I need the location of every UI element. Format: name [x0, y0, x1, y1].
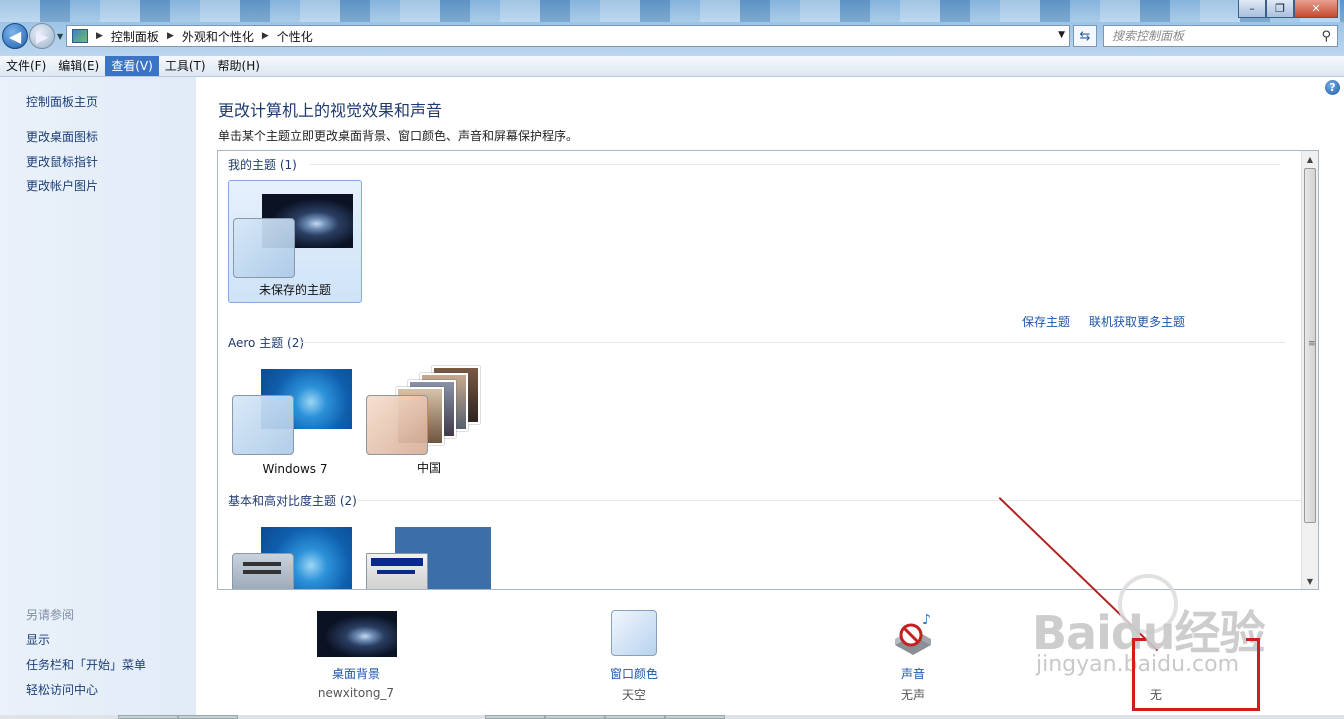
scrollbar-thumb[interactable]: ≡: [1304, 168, 1316, 523]
setting-value: 无声: [900, 688, 925, 702]
maximize-button[interactable]: ❐: [1266, 0, 1294, 18]
window-basic-preview: [232, 553, 294, 589]
taskbar-item[interactable]: [665, 715, 725, 719]
section-aero-themes: Aero 主题 (2): [228, 336, 305, 350]
menu-edit[interactable]: 编辑(E): [52, 56, 105, 76]
chevron-down-icon[interactable]: ▼: [1058, 30, 1065, 40]
taskbar-edge: [0, 715, 1344, 719]
menu-tools[interactable]: 工具(T): [159, 56, 212, 76]
get-more-themes-link[interactable]: 联机获取更多主题: [1089, 313, 1185, 330]
grip-icon: ≡: [1308, 339, 1316, 349]
breadcrumb-control-panel[interactable]: 控制面板: [111, 28, 159, 45]
theme-list[interactable]: 我的主题 (1) 未保存的主题 保存主题 联机获取更多主题 Aero 主题 (2…: [217, 150, 1319, 590]
theme-windows7[interactable]: Windows 7: [228, 359, 362, 482]
theme-windows7-basic[interactable]: [228, 517, 362, 589]
sidebar-link-taskbar[interactable]: 任务栏和「开始」菜单: [26, 656, 146, 673]
window-bar-line: [371, 558, 423, 566]
sidebar-link-display[interactable]: 显示: [26, 631, 50, 648]
window-classic-preview: [366, 553, 428, 589]
svg-text:♪: ♪: [922, 612, 931, 628]
arrow-right-icon: ▶: [35, 26, 49, 46]
setting-label: 窗口颜色: [609, 667, 658, 681]
taskbar-item[interactable]: [118, 715, 178, 719]
window-glass-preview: [366, 395, 428, 455]
taskbar-item[interactable]: [485, 715, 545, 719]
search-box[interactable]: ⚲: [1103, 25, 1338, 47]
arrow-left-icon: ◀: [8, 26, 22, 46]
sidebar-link-desktop-icons[interactable]: 更改桌面图标: [26, 128, 98, 145]
window-color-swatch: [611, 610, 657, 656]
annotation-highlight-box: [1132, 638, 1260, 711]
sidebar-link-mouse-pointer[interactable]: 更改鼠标指针: [26, 153, 98, 170]
no-sound-icon: ♪: [895, 612, 931, 655]
window-glass-preview: [232, 395, 294, 455]
scroll-up-icon[interactable]: ▲: [1302, 151, 1318, 167]
close-button[interactable]: ✕: [1294, 0, 1338, 18]
breadcrumb-personalization[interactable]: 个性化: [277, 28, 313, 45]
window-glass-preview: [233, 218, 295, 278]
section-basic-themes: 基本和高对比度主题 (2): [228, 494, 357, 508]
sidebar-link-ease-of-access[interactable]: 轻松访问中心: [26, 681, 98, 698]
menu-bar: 文件(F) 编辑(E) 查看(V) 工具(T) 帮助(H): [0, 56, 1344, 77]
page-title: 更改计算机上的视觉效果和声音: [218, 101, 443, 120]
taskbar-item[interactable]: [178, 715, 238, 719]
forward-button[interactable]: ▶: [29, 23, 55, 49]
theme-list-scrollbar[interactable]: ▲ ≡ ▼: [1301, 151, 1318, 589]
theme-china[interactable]: 中国: [362, 359, 496, 482]
refresh-button[interactable]: ⇆: [1073, 25, 1097, 47]
save-theme-link[interactable]: 保存主题: [1022, 313, 1070, 330]
menu-file[interactable]: 文件(F): [0, 56, 52, 76]
address-bar[interactable]: ▶ 控制面板 ▶ 外观和个性化 ▶ 个性化 ▼: [66, 25, 1070, 47]
search-input[interactable]: [1112, 29, 1312, 43]
title-bar: – ❐ ✕ ◀ ▶ ▼ ▶ 控制面板 ▶ 外观和个性化 ▶ 个性化 ▼ ⇆ ⚲: [0, 0, 1344, 56]
setting-label: 声音: [900, 667, 925, 681]
theme-label: 中国: [416, 461, 441, 475]
divider: [300, 342, 1285, 343]
window-bar-line: [243, 570, 281, 574]
sound-setting[interactable]: ♪ 声音 无声: [833, 609, 993, 709]
desktop-background-setting[interactable]: 桌面背景 newxitong_7: [276, 609, 436, 709]
window-color-setting[interactable]: 窗口颜色 天空: [554, 609, 714, 709]
setting-label: 桌面背景: [331, 667, 380, 681]
scroll-down-icon[interactable]: ▼: [1302, 573, 1318, 589]
taskbar-item[interactable]: [605, 715, 665, 719]
sidebar-link-home[interactable]: 控制面板主页: [26, 93, 98, 110]
page-description: 单击某个主题立即更改桌面背景、窗口颜色、声音和屏幕保护程序。: [218, 129, 579, 143]
section-my-themes: 我的主题 (1): [228, 158, 297, 172]
back-button[interactable]: ◀: [2, 23, 28, 49]
minimize-button[interactable]: –: [1238, 0, 1266, 18]
taskbar-item[interactable]: [545, 715, 605, 719]
search-icon[interactable]: ⚲: [1321, 29, 1331, 44]
see-also-heading: 另请参阅: [26, 608, 75, 622]
setting-value: 天空: [621, 688, 646, 702]
sidebar: 控制面板主页 更改桌面图标 更改鼠标指针 更改帐户图片 另请参阅 显示 任务栏和…: [0, 77, 196, 719]
divider: [358, 500, 1303, 501]
menu-help[interactable]: 帮助(H): [212, 56, 266, 76]
window-bar-line: [377, 570, 415, 574]
theme-windows-classic[interactable]: [362, 517, 496, 589]
theme-label: 未保存的主题: [258, 283, 331, 297]
recent-pages-dropdown[interactable]: ▼: [57, 32, 63, 41]
theme-label: Windows 7: [262, 462, 328, 476]
breadcrumb-appearance[interactable]: 外观和个性化: [182, 28, 254, 45]
window-controls: – ❐ ✕: [1238, 0, 1338, 18]
window-bar-line: [243, 562, 281, 566]
chevron-right-icon[interactable]: ▶: [96, 31, 103, 41]
sidebar-link-account-picture[interactable]: 更改帐户图片: [26, 177, 98, 194]
theme-unsaved[interactable]: 未保存的主题: [228, 180, 362, 303]
menu-view[interactable]: 查看(V): [105, 56, 159, 76]
chevron-right-icon[interactable]: ▶: [167, 31, 174, 41]
setting-value: newxitong_7: [317, 686, 395, 700]
help-icon[interactable]: ?: [1325, 80, 1340, 95]
divider: [310, 164, 1280, 165]
blurred-desktop: [0, 0, 1344, 22]
control-panel-icon: [72, 29, 88, 43]
refresh-icon: ⇆: [1079, 28, 1091, 44]
desktop-background-thumbnail: [317, 611, 397, 657]
chevron-right-icon[interactable]: ▶: [262, 31, 269, 41]
